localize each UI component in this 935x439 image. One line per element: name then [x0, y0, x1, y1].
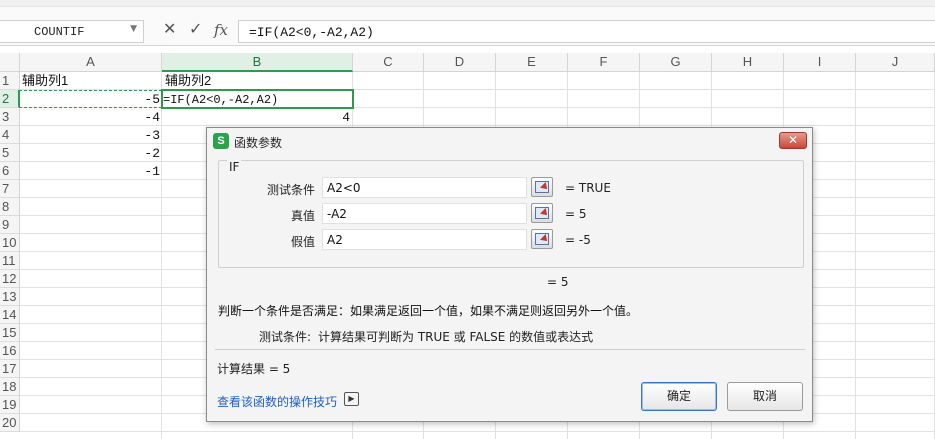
arg-result-test: = TRUE	[565, 181, 611, 195]
row-header-10[interactable]: 10	[0, 234, 20, 252]
select-all-corner[interactable]	[0, 53, 20, 72]
toolbar-edge	[0, 0, 935, 7]
row-header-4[interactable]: 4	[0, 126, 20, 144]
dialog-title-bar[interactable]: S 函数参数 ✕	[207, 128, 812, 154]
formula-bar: COUNTIF ▼ ✕ ✓ fx =IF(A2<0,-A2,A2)	[0, 0, 935, 46]
formula-text: =IF(A2<0,-A2,A2)	[249, 25, 374, 40]
arg-input-true[interactable]: -A2	[322, 203, 527, 224]
row-header-16[interactable]: 16	[0, 342, 20, 360]
formula-input[interactable]: =IF(A2<0,-A2,A2)	[238, 20, 935, 43]
name-box[interactable]: COUNTIF ▼	[0, 20, 144, 43]
arguments-group: IF 测试条件 A2<0 = TRUE 真值 -A2 = 5 假值 A2 = -…	[218, 160, 804, 268]
arg-label-test: 测试条件	[266, 183, 315, 197]
column-header-C[interactable]: C	[353, 53, 424, 72]
arg-value-false: A2	[327, 233, 343, 247]
row-header-15[interactable]: 15	[0, 324, 20, 342]
calc-result: 计算结果 = 5	[217, 362, 291, 376]
function-description: 判断一个条件是否满足：如果满足返回一个值，如果不满足则返回另外一个值。	[218, 304, 639, 318]
cell-A5[interactable]: -2	[20, 145, 162, 163]
row-header-8[interactable]: 8	[0, 198, 20, 216]
collapse-dialog-button-true[interactable]	[531, 203, 553, 223]
column-header-I[interactable]: I	[784, 53, 856, 72]
param-description-text: 计算结果可判断为 TRUE 或 FALSE 的数值或表达式	[318, 330, 594, 344]
cell-B3[interactable]: 4	[162, 109, 352, 127]
row-header-2[interactable]: 2	[0, 90, 20, 108]
gridline-v	[855, 72, 856, 439]
collapse-dialog-button-false[interactable]	[531, 229, 553, 249]
arg-value-test: A2<0	[327, 181, 361, 195]
function-arguments-dialog: S 函数参数 ✕ IF 测试条件 A2<0 = TRUE 真值 -A2 = 5 …	[206, 127, 813, 422]
formula-result-preview: = 5	[547, 275, 569, 289]
cancel-icon[interactable]: ✕	[163, 19, 176, 38]
ok-button[interactable]: 确定	[641, 382, 717, 411]
param-description-label: 测试条件:	[259, 330, 312, 344]
column-header-J[interactable]: J	[856, 53, 935, 72]
column-header-H[interactable]: H	[712, 53, 784, 72]
column-header-G[interactable]: G	[640, 53, 712, 72]
cell-B1[interactable]: 辅助列2	[165, 72, 353, 90]
row-header-19[interactable]: 19	[0, 396, 20, 414]
row-header-11[interactable]: 11	[0, 252, 20, 270]
row-header-1[interactable]: 1	[0, 72, 20, 90]
confirm-icon[interactable]: ✓	[189, 19, 202, 38]
arg-value-true: -A2	[327, 207, 347, 221]
gridline-h	[20, 431, 935, 432]
row-header-20[interactable]: 20	[0, 414, 20, 432]
row-header-14[interactable]: 14	[0, 306, 20, 324]
row-header-6[interactable]: 6	[0, 162, 20, 180]
arg-input-false[interactable]: A2	[322, 229, 527, 250]
column-header-D[interactable]: D	[424, 53, 496, 72]
close-button[interactable]: ✕	[779, 132, 807, 149]
wps-logo-icon: S	[213, 133, 229, 149]
collapse-dialog-button-test[interactable]	[531, 177, 553, 197]
play-video-icon[interactable]: ▶	[344, 392, 359, 406]
arg-result-false: = -5	[565, 233, 591, 247]
arg-label-true: 真值	[290, 209, 315, 223]
column-header-E[interactable]: E	[496, 53, 568, 72]
insert-function-icon[interactable]: fx	[214, 21, 228, 39]
row-header-17[interactable]: 17	[0, 360, 20, 378]
cell-A6[interactable]: -1	[20, 163, 162, 181]
cell-A2[interactable]: -5	[20, 91, 162, 109]
divider	[215, 349, 805, 350]
dialog-title: 函数参数	[234, 136, 283, 150]
cell-A4[interactable]: -3	[20, 127, 162, 145]
row-header-13[interactable]: 13	[0, 288, 20, 306]
cell-A1[interactable]: 辅助列1	[22, 72, 162, 90]
arg-result-true: = 5	[565, 207, 587, 221]
row-header-18[interactable]: 18	[0, 378, 20, 396]
name-box-value: COUNTIF	[34, 25, 85, 39]
cancel-button[interactable]: 取消	[727, 382, 803, 411]
row-header-7[interactable]: 7	[0, 180, 20, 198]
chevron-down-icon[interactable]: ▼	[130, 24, 137, 34]
help-link[interactable]: 查看该函数的操作技巧	[217, 393, 337, 410]
row-header-3[interactable]: 3	[0, 108, 20, 126]
row-header-9[interactable]: 9	[0, 216, 20, 234]
column-header-F[interactable]: F	[568, 53, 640, 72]
row-header-12[interactable]: 12	[0, 270, 20, 288]
arg-input-test[interactable]: A2<0	[322, 177, 527, 198]
function-name: IF	[227, 160, 242, 174]
cell-A3[interactable]: -4	[20, 109, 162, 127]
column-header-A[interactable]: A	[20, 53, 162, 72]
row-header-5[interactable]: 5	[0, 144, 20, 162]
cell-B2[interactable]: =IF(A2<0,-A2,A2)	[163, 91, 353, 109]
arg-label-false: 假值	[290, 235, 315, 249]
column-header-B[interactable]: B	[162, 53, 353, 72]
